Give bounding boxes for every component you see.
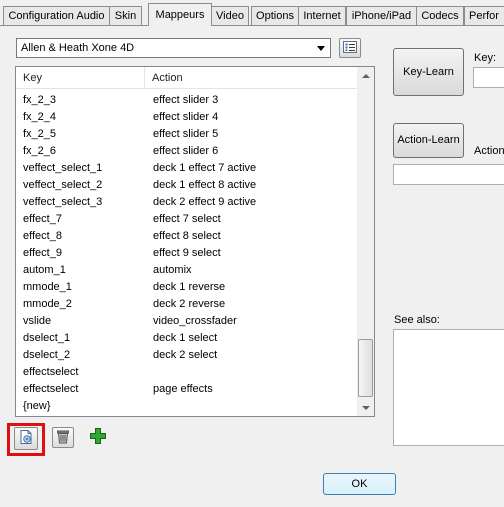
mapping-list[interactable]: Key Action fx_2_3 effect slider 3 fx_2_4 ef… xyxy=(15,66,375,417)
tab-configuration-audio[interactable]: Configuration Audio xyxy=(3,6,110,25)
row-key: {new} xyxy=(23,400,51,412)
row-key: mmode_1 xyxy=(23,281,72,293)
ok-label: OK xyxy=(351,478,368,490)
table-row[interactable]: effect_7 effect 7 select xyxy=(16,211,357,228)
table-row[interactable]: effect_8 effect 8 select xyxy=(16,228,357,245)
table-row[interactable]: mmode_2 deck 2 reverse xyxy=(16,296,357,313)
scroll-up-icon[interactable] xyxy=(357,67,374,84)
row-key: veffect_select_1 xyxy=(23,162,103,174)
row-key: effect_8 xyxy=(23,230,62,242)
table-row[interactable]: {new} xyxy=(16,398,357,415)
action-label: Action xyxy=(474,145,504,157)
tab-skin[interactable]: Skin xyxy=(109,6,142,25)
see-also-box[interactable] xyxy=(393,329,504,446)
row-action: effect 9 select xyxy=(153,247,221,259)
column-header-action[interactable]: Action xyxy=(145,67,357,88)
row-action: effect slider 3 xyxy=(153,94,219,106)
key-label: Key: xyxy=(474,52,497,64)
row-action: video_crossfader xyxy=(153,315,237,327)
table-row[interactable]: fx_2_3 effect slider 3 xyxy=(16,92,357,109)
row-key: mmode_2 xyxy=(23,298,72,310)
row-action: effect 7 select xyxy=(153,213,221,225)
new-document-icon xyxy=(18,429,34,448)
row-action: deck 1 select xyxy=(153,332,218,344)
row-action: automix xyxy=(153,264,192,276)
table-row[interactable]: fx_2_5 effect slider 5 xyxy=(16,126,357,143)
trash-icon xyxy=(56,429,70,447)
tab-codecs[interactable]: Codecs xyxy=(416,6,464,25)
action-field[interactable] xyxy=(393,164,504,185)
row-action: effect slider 4 xyxy=(153,111,219,123)
scroll-down-icon[interactable] xyxy=(357,399,374,416)
list-header: Key Action xyxy=(16,67,357,89)
table-row[interactable]: fx_2_4 effect slider 4 xyxy=(16,109,357,126)
key-learn-label: Key-Learn xyxy=(403,66,454,78)
plus-icon xyxy=(89,427,107,448)
scrollbar-thumb[interactable] xyxy=(358,339,373,397)
row-action: effect slider 6 xyxy=(153,145,219,157)
tab-strip: Configuration Audio Skin Mappeurs Video … xyxy=(0,0,504,26)
delete-mapping-button[interactable] xyxy=(52,427,74,448)
table-row[interactable]: effect_9 effect 9 select xyxy=(16,245,357,262)
tab-iphone-ipad[interactable]: iPhone/iPad xyxy=(346,6,417,25)
row-key: dselect_1 xyxy=(23,332,71,344)
row-key: effectselect xyxy=(23,366,79,378)
key-learn-button[interactable]: Key-Learn xyxy=(393,48,464,96)
table-row[interactable]: veffect_select_2 deck 1 effect 8 active xyxy=(16,177,357,194)
row-action: effect 8 select xyxy=(153,230,221,242)
row-key: fx_2_5 xyxy=(23,128,57,140)
row-key: autom_1 xyxy=(23,264,66,276)
new-mapping-button[interactable] xyxy=(14,427,38,450)
action-learn-label: Action-Learn xyxy=(397,134,460,146)
row-key: effect_7 xyxy=(23,213,62,225)
row-key: vslide xyxy=(23,315,52,327)
row-key: fx_2_6 xyxy=(23,145,57,157)
row-action: deck 1 reverse xyxy=(153,281,226,293)
action-learn-button[interactable]: Action-Learn xyxy=(393,123,464,158)
table-row[interactable]: fx_2_6 effect slider 6 xyxy=(16,143,357,160)
tab-video[interactable]: Video xyxy=(211,6,249,25)
vertical-scrollbar[interactable] xyxy=(357,67,374,416)
chevron-down-icon[interactable] xyxy=(313,40,329,56)
row-key: fx_2_3 xyxy=(23,94,57,106)
table-row[interactable]: autom_1 automix xyxy=(16,262,357,279)
table-row[interactable]: vslide video_crossfader xyxy=(16,313,357,330)
row-action: page effects xyxy=(153,383,213,395)
row-action: deck 1 effect 8 active xyxy=(153,179,257,191)
row-action: deck 2 effect 9 active xyxy=(153,196,257,208)
row-action: deck 1 effect 7 active xyxy=(153,162,257,174)
tab-internet[interactable]: Internet xyxy=(298,6,346,25)
table-row[interactable]: dselect_2 deck 2 select xyxy=(16,347,357,364)
row-key: effect_9 xyxy=(23,247,62,259)
row-action: deck 2 reverse xyxy=(153,298,226,310)
key-field[interactable] xyxy=(473,67,504,88)
mapper-options-button[interactable] xyxy=(339,38,361,58)
list-rows: fx_2_3 effect slider 3 fx_2_4 effect slider… xyxy=(16,92,357,415)
row-key: veffect_select_3 xyxy=(23,196,103,208)
row-action: deck 2 select xyxy=(153,349,218,361)
table-row[interactable]: veffect_select_1 deck 1 effect 7 active xyxy=(16,160,357,177)
table-row[interactable]: effectselect xyxy=(16,364,357,381)
column-header-key[interactable]: Key xyxy=(16,67,145,88)
tab-options[interactable]: Options xyxy=(251,6,299,25)
table-row[interactable]: mmode_1 deck 1 reverse xyxy=(16,279,357,296)
mapper-select[interactable]: Allen & Heath Xone 4D xyxy=(16,38,331,58)
table-row[interactable]: dselect_1 deck 1 select xyxy=(16,330,357,347)
list-options-icon xyxy=(343,40,357,56)
row-key: effectselect xyxy=(23,383,79,395)
add-mapping-button[interactable] xyxy=(87,427,109,448)
row-key: veffect_select_2 xyxy=(23,179,103,191)
mapper-select-value: Allen & Heath Xone 4D xyxy=(21,42,135,54)
table-row[interactable]: effectselect page effects xyxy=(16,381,357,398)
tab-mappeurs[interactable]: Mappeurs xyxy=(148,3,212,26)
tab-performance[interactable]: Perfor xyxy=(464,6,504,25)
table-row[interactable]: veffect_select_3 deck 2 effect 9 active xyxy=(16,194,357,211)
ok-button[interactable]: OK xyxy=(323,473,396,495)
see-also-label: See also: xyxy=(394,314,440,326)
row-key: fx_2_4 xyxy=(23,111,57,123)
row-action: effect slider 5 xyxy=(153,128,219,140)
row-key: dselect_2 xyxy=(23,349,71,361)
